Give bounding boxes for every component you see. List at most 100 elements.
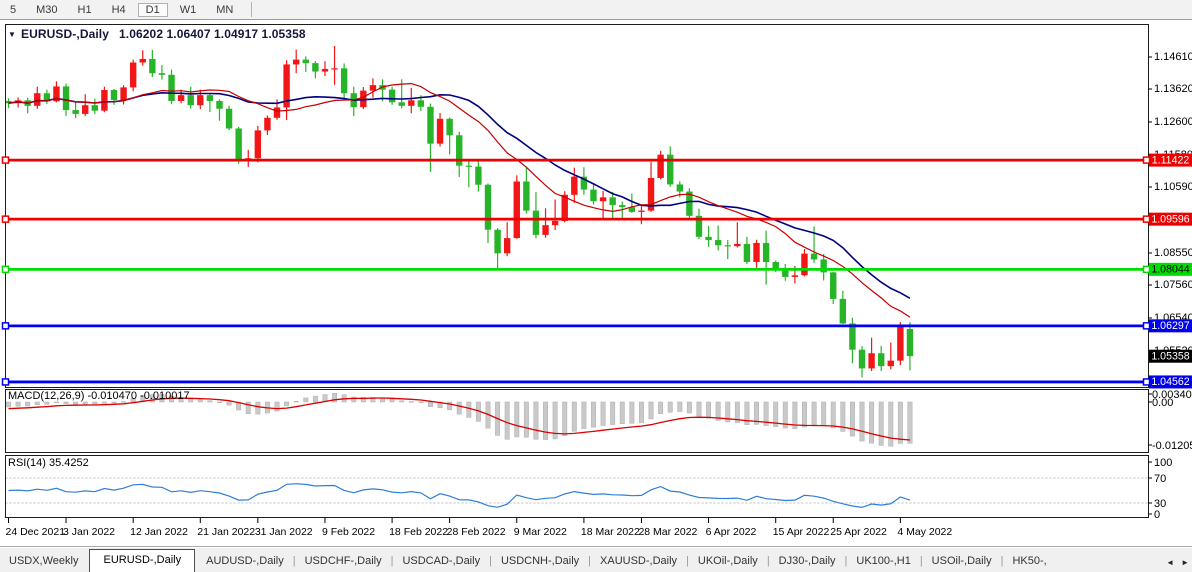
hline-handle-right[interactable] [1144, 266, 1150, 272]
macd-histogram-bar [582, 402, 586, 429]
macd-histogram-bar [898, 402, 902, 443]
macd-histogram-bar [879, 402, 883, 445]
candle-up [101, 90, 107, 111]
hline-handle-left[interactable] [3, 379, 9, 385]
candle-down [207, 95, 213, 101]
candle-up [178, 95, 184, 101]
symbol-tab-usdcnh-daily[interactable]: USDCNH-,Daily [492, 551, 588, 572]
candle-down [677, 184, 683, 191]
chart-dropdown-icon[interactable]: ▼ [8, 30, 16, 39]
timeframe-button-d1[interactable]: D1 [138, 3, 168, 17]
timeframe-button-h4[interactable]: H4 [104, 3, 134, 17]
candle-down [715, 240, 721, 245]
candle-down [446, 119, 452, 135]
hline-handle-right[interactable] [1144, 379, 1150, 385]
symbol-tab-dj30-daily[interactable]: DJ30-,Daily [770, 551, 845, 572]
candle-up [293, 60, 299, 65]
macd-histogram-bar [25, 402, 29, 406]
date-axis-label: 25 Apr 2022 [830, 526, 887, 538]
symbol-tab-usoil-daily[interactable]: USOil-,Daily [923, 551, 1001, 572]
symbol-tab-usdx-weekly[interactable]: USDX,Weekly [0, 551, 87, 572]
symbol-tab-hk50[interactable]: HK50-, [1003, 551, 1055, 572]
timeframe-button-m30[interactable]: M30 [28, 3, 65, 17]
date-axis-label: 9 Mar 2022 [514, 526, 567, 538]
date-axis-label: 28 Feb 2022 [447, 526, 506, 538]
hline-handle-right[interactable] [1144, 157, 1150, 163]
candle-up [753, 243, 759, 262]
candle-down [859, 350, 865, 369]
macd-histogram-bar [35, 402, 39, 405]
date-axis: 24 Dec 20213 Jan 202212 Jan 202221 Jan 2… [0, 518, 1192, 547]
rsi-axis-label: 0 [1154, 509, 1160, 521]
symbol-tab-uk100-h1[interactable]: UK100-,H1 [847, 551, 919, 572]
symbol-tab-xauusd-daily[interactable]: XAUUSD-,Daily [591, 551, 686, 572]
candle-down [466, 166, 472, 167]
candle-down [63, 86, 69, 110]
candle-down [216, 101, 222, 109]
timeframe-button-mn[interactable]: MN [208, 3, 241, 17]
date-axis-label: 31 Jan 2022 [255, 526, 313, 538]
symbol-tab-audusd-daily[interactable]: AUDUSD-,Daily [197, 551, 293, 572]
candle-up [792, 275, 798, 277]
macd-histogram-bar [534, 402, 538, 439]
macd-histogram-bar [16, 402, 20, 406]
price-chart-canvas[interactable]: 1.146101.136201.126001.115801.105901.085… [0, 0, 1192, 571]
symbol-tab-eurusd-daily[interactable]: EURUSD-,Daily [89, 549, 195, 572]
macd-histogram-bar [639, 402, 643, 423]
candle-down [878, 353, 884, 366]
candle-down [111, 90, 117, 100]
hline-handle-right[interactable] [1144, 323, 1150, 329]
candle-down [725, 245, 731, 246]
price-badge-label: 1.05358 [1151, 351, 1189, 363]
macd-indicator-label: MACD(12,26,9) -0.010470 -0.010017 [8, 390, 190, 402]
hline-handle-left[interactable] [3, 323, 9, 329]
macd-histogram-bar [304, 398, 308, 402]
timeframe-button-w1[interactable]: W1 [172, 3, 205, 17]
hline-handle-left[interactable] [3, 266, 9, 272]
symbol-tab-usdcad-daily[interactable]: USDCAD-,Daily [393, 551, 489, 572]
macd-histogram-bar [45, 402, 49, 404]
macd-histogram-bar [208, 401, 212, 402]
candle-down [763, 243, 769, 262]
candle-up [120, 87, 126, 100]
hline-handle-left[interactable] [3, 157, 9, 163]
macd-histogram-bar [505, 402, 509, 439]
candle-down [427, 107, 433, 144]
candle-up [734, 244, 740, 246]
macd-histogram-bar [256, 402, 260, 414]
macd-histogram-bar [687, 402, 691, 413]
candle-down [188, 95, 194, 105]
macd-histogram-bar [112, 402, 116, 403]
hline-handle-right[interactable] [1144, 216, 1150, 222]
price-axis-label: 1.13620 [1154, 83, 1192, 95]
date-axis-label: 18 Feb 2022 [389, 526, 448, 538]
chart-ohlc-values: 1.06202 1.06407 1.04917 1.05358 [119, 27, 306, 41]
symbol-tab-usdchf-daily[interactable]: USDCHF-,Daily [296, 551, 391, 572]
macd-histogram-bar [802, 402, 806, 427]
hline-handle-left[interactable] [3, 216, 9, 222]
candle-up [331, 68, 337, 69]
candle-up [130, 62, 136, 87]
timeframe-button-5[interactable]: 5 [2, 3, 24, 17]
macd-histogram-bar [83, 402, 87, 404]
symbol-tab-ukoil-daily[interactable]: UKOil-,Daily [689, 551, 767, 572]
macd-histogram-bar [649, 402, 653, 419]
candle-down [744, 244, 750, 262]
date-axis-label: 4 May 2022 [897, 526, 952, 538]
tab-scroll-arrows: ◄► [1161, 558, 1189, 567]
date-axis-label: 28 Mar 2022 [638, 526, 697, 538]
macd-histogram-bar [620, 402, 624, 424]
candle-down [773, 262, 779, 268]
rsi-pane[interactable] [6, 456, 1149, 518]
price-badge-label: 1.09596 [1151, 213, 1189, 225]
rsi-indicator-label: RSI(14) 35.4252 [8, 457, 89, 469]
main-pane[interactable] [6, 25, 1149, 388]
price-badge-label: 1.08044 [1151, 264, 1189, 276]
tab-scroll-right-icon[interactable]: ► [1181, 558, 1189, 567]
timeframe-button-h1[interactable]: H1 [70, 3, 100, 17]
macd-histogram-bar [524, 402, 528, 437]
candle-up [504, 238, 510, 253]
candle-down [840, 299, 846, 324]
tab-scroll-left-icon[interactable]: ◄ [1166, 558, 1174, 567]
candle-down [475, 167, 481, 185]
